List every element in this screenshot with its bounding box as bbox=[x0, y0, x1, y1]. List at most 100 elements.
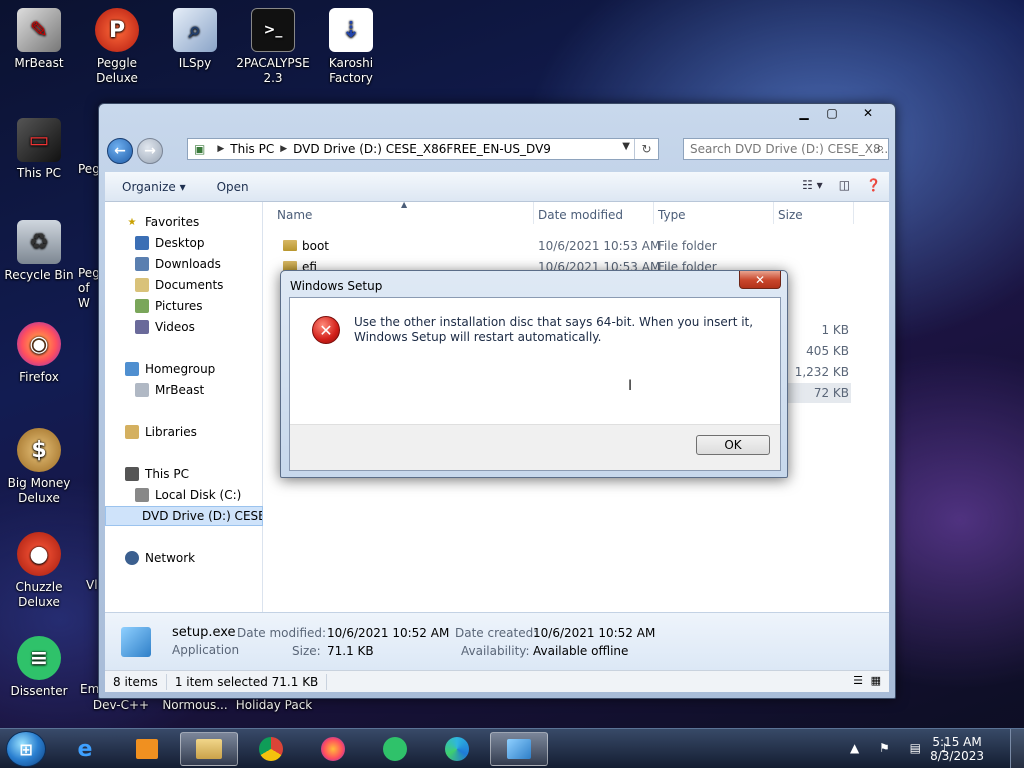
desktop-icon-chuzzle[interactable]: ● Chuzzle Deluxe bbox=[0, 532, 78, 610]
error-icon: ✕ bbox=[312, 316, 340, 344]
desktop-icon-dissenter[interactable]: ≡ Dissenter bbox=[0, 636, 78, 699]
tree-this-pc[interactable]: This PC bbox=[105, 464, 263, 484]
view-controls: ☷ ▾ ◫ ❓ bbox=[802, 178, 881, 192]
organize-button[interactable]: Organize ▾ bbox=[122, 180, 186, 194]
help-icon[interactable]: ❓ bbox=[866, 178, 881, 192]
desktop-icon-label-devcpp[interactable]: Dev-C++ bbox=[82, 698, 160, 713]
tree-homegroup[interactable]: Homegroup bbox=[105, 359, 263, 379]
desktop-icon-label: Big Money Deluxe bbox=[7, 476, 71, 505]
dissenter-icon: ≡ bbox=[17, 636, 61, 680]
desktop-icon-this-pc[interactable]: ▭ This PC bbox=[0, 118, 78, 181]
dialog-body: ✕ Use the other installation disc that s… bbox=[289, 297, 781, 471]
dissenter-icon bbox=[383, 737, 407, 761]
tree-pictures[interactable]: Pictures bbox=[105, 296, 263, 316]
forward-button[interactable]: → bbox=[137, 138, 163, 164]
tree-downloads[interactable]: Downloads bbox=[105, 254, 263, 274]
tree-desktop[interactable]: Desktop bbox=[105, 233, 263, 253]
preview-pane-icon[interactable]: ◫ bbox=[839, 178, 850, 192]
desktop-icon-2pacalypse[interactable]: >_ 2PACALYPSE 2.3 bbox=[234, 8, 312, 86]
tree-network[interactable]: Network bbox=[105, 548, 263, 568]
setup-icon bbox=[507, 739, 531, 759]
desktop-icon-ilspy[interactable]: ⌕ ILSpy bbox=[156, 8, 234, 71]
desktop-icon-label-partial[interactable]: Em bbox=[80, 682, 100, 697]
text-cursor-icon: I bbox=[628, 378, 633, 394]
minimize-button[interactable]: ▁ bbox=[791, 104, 817, 122]
desktop-icon-label-normous[interactable]: Normous... bbox=[156, 698, 234, 713]
sort-up-icon: ▲ bbox=[401, 200, 408, 209]
tree-documents[interactable]: Documents bbox=[105, 275, 263, 295]
desktop-icon-peggle[interactable]: P Peggle Deluxe bbox=[78, 8, 156, 86]
desktop-icon-label-holiday[interactable]: Holiday Pack bbox=[232, 698, 316, 713]
column-size[interactable]: Size bbox=[778, 208, 803, 222]
desktop-icon-label: Recycle Bin bbox=[4, 268, 74, 282]
show-desktop-button[interactable] bbox=[1010, 729, 1024, 768]
column-name[interactable]: Name bbox=[277, 208, 312, 222]
table-row[interactable]: boot 10/6/2021 10:53 AM File folder bbox=[263, 236, 889, 257]
folder-icon bbox=[283, 240, 297, 251]
chuzzle-icon: ● bbox=[17, 532, 61, 576]
window-controls: ▁ ▢ ✕ bbox=[789, 104, 889, 122]
taskbar-edge[interactable] bbox=[428, 732, 486, 766]
tree-dvd-drive[interactable]: DVD Drive (D:) CESE_ bbox=[105, 506, 263, 526]
firefox-icon bbox=[321, 737, 345, 761]
details-modified-value: 10/6/2021 10:52 AM bbox=[327, 626, 450, 640]
column-type[interactable]: Type bbox=[658, 208, 686, 222]
desktop-icon-mrbeast[interactable]: ✎ MrBeast bbox=[0, 8, 78, 71]
taskbar-firefox[interactable] bbox=[304, 732, 362, 766]
breadcrumb-this-pc[interactable]: This PC bbox=[230, 142, 274, 156]
taskbar-dissenter[interactable] bbox=[366, 732, 424, 766]
refresh-icon[interactable]: ↻ bbox=[634, 139, 658, 159]
desktop-icon-recycle-bin[interactable]: ♻ Recycle Bin bbox=[0, 220, 78, 283]
command-bar: Organize ▾ Open ☷ ▾ ◫ ❓ bbox=[105, 172, 889, 202]
desktop-icon bbox=[135, 236, 149, 250]
breadcrumb-dvd-drive[interactable]: DVD Drive (D:) CESE_X86FREE_EN-US_DV9 bbox=[293, 142, 551, 156]
search-input[interactable]: Search DVD Drive (D:) CESE_X8... ⌕ bbox=[683, 138, 889, 160]
breadcrumb-separator-icon[interactable]: ▶ bbox=[280, 144, 287, 154]
back-button[interactable]: ← bbox=[107, 138, 133, 164]
details-file-name: setup.exe bbox=[172, 625, 236, 640]
large-icons-view-icon[interactable]: ▦ bbox=[871, 674, 881, 687]
pictures-icon bbox=[135, 299, 149, 313]
view-options-icon[interactable]: ☷ ▾ bbox=[802, 178, 823, 192]
taskbar-chrome[interactable] bbox=[242, 732, 300, 766]
dialog-close-button[interactable]: ✕ bbox=[739, 271, 781, 289]
maximize-button[interactable]: ▢ bbox=[819, 104, 845, 122]
desktop-icon-big-money[interactable]: $ Big Money Deluxe bbox=[0, 428, 78, 506]
clock[interactable]: 5:15 AM 8/3/2023 bbox=[930, 735, 984, 763]
desktop-icon-label-partial[interactable]: Peg bbox=[78, 162, 100, 177]
column-date-modified[interactable]: Date modified bbox=[538, 208, 623, 222]
search-icon[interactable]: ⌕ bbox=[877, 141, 884, 156]
open-button[interactable]: Open bbox=[217, 180, 249, 194]
taskbar-ie[interactable]: e bbox=[56, 732, 114, 766]
file-size: 405 KB bbox=[806, 344, 849, 358]
ok-button[interactable]: OK bbox=[696, 435, 770, 455]
tree-label: Documents bbox=[155, 278, 224, 292]
tree-local-disk[interactable]: Local Disk (C:) bbox=[105, 485, 263, 505]
taskbar-setup[interactable] bbox=[490, 732, 548, 766]
tree-favorites[interactable]: ★ Favorites bbox=[105, 212, 263, 232]
desktop-icon-firefox[interactable]: ◉ Firefox bbox=[0, 322, 78, 385]
tree-videos[interactable]: Videos bbox=[105, 317, 263, 337]
taskbar-media[interactable] bbox=[118, 732, 176, 766]
desktop-icon-karoshi[interactable]: ⇣ Karoshi Factory bbox=[312, 8, 390, 86]
desktop-icon-label-partial[interactable]: Peg of W bbox=[78, 266, 100, 311]
dialog-button-bar: OK bbox=[290, 424, 780, 470]
taskbar-explorer[interactable] bbox=[180, 732, 238, 766]
videos-icon bbox=[135, 320, 149, 334]
start-button[interactable]: ⊞ bbox=[6, 731, 46, 767]
details-created-label: Date created: bbox=[455, 626, 538, 640]
internet-explorer-icon: e bbox=[77, 736, 93, 762]
breadcrumb-separator-icon[interactable]: ▶ bbox=[217, 144, 224, 154]
close-button[interactable]: ✕ bbox=[847, 104, 889, 122]
documents-icon bbox=[135, 278, 149, 292]
dialog-message: Use the other installation disc that say… bbox=[354, 315, 754, 344]
chevron-down-icon[interactable]: ▼ bbox=[622, 141, 630, 152]
address-bar[interactable]: ▣ ▶ This PC ▶ DVD Drive (D:) CESE_X86FRE… bbox=[187, 138, 659, 160]
edge-icon bbox=[445, 737, 469, 761]
desktop-icon-label: Dissenter bbox=[10, 684, 68, 698]
tree-user[interactable]: MrBeast bbox=[105, 380, 263, 400]
details-file-type: Application bbox=[172, 643, 240, 657]
details-view-icon[interactable]: ☰ bbox=[853, 674, 863, 687]
tree-libraries[interactable]: Libraries bbox=[105, 422, 263, 442]
details-availability-value: Available offline bbox=[533, 644, 629, 658]
